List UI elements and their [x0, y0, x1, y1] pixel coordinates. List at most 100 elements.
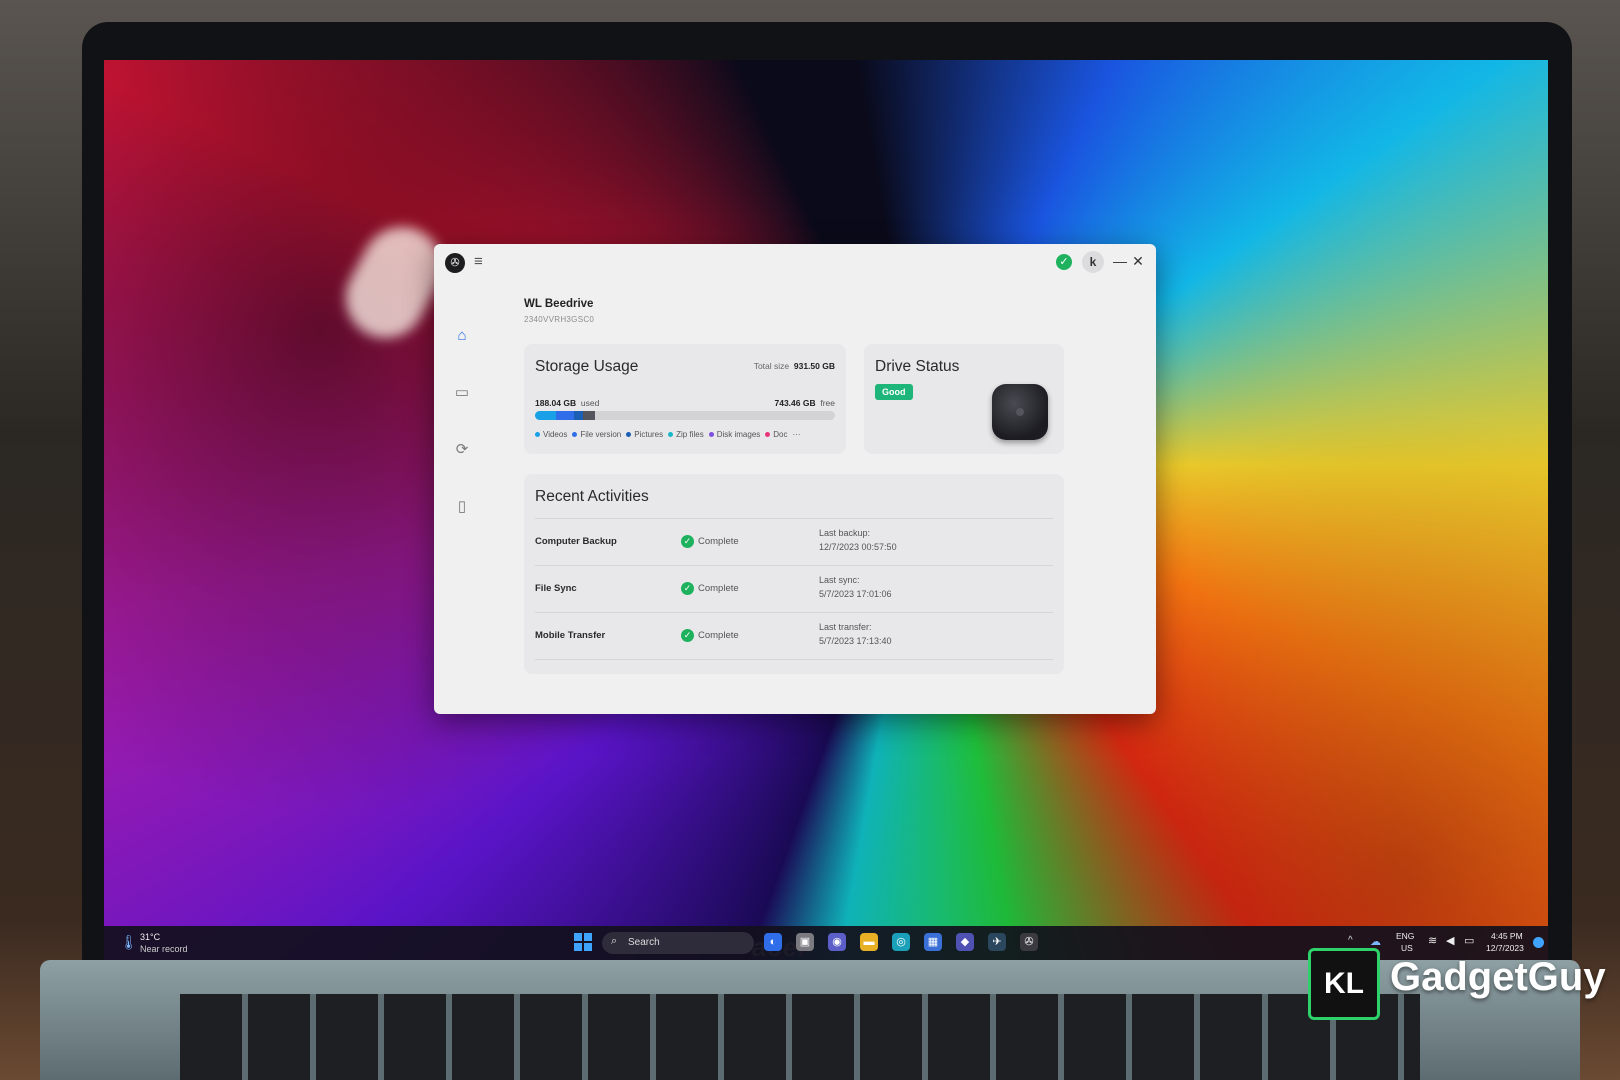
usage-segment-file-version [556, 411, 574, 420]
clock-time[interactable]: 4:45 PM [1491, 931, 1523, 941]
activity-time: 5/7/2023 17:13:40 [819, 636, 892, 646]
check-icon: ✓ [681, 582, 694, 595]
storage-title: Storage Usage [535, 358, 639, 375]
input-language[interactable]: ENG [1396, 931, 1414, 941]
usage-segment-pictures [574, 411, 583, 420]
connected-check-icon[interactable]: ✓ [1056, 254, 1072, 270]
drive-status-title: Drive Status [875, 358, 960, 375]
used-space: 188.04 GB used [535, 398, 599, 408]
activity-name: File Sync [535, 583, 577, 594]
legend-label: File version [580, 430, 622, 439]
legend-dot [708, 432, 714, 438]
drive-status-card: Drive Status Good [864, 344, 1064, 454]
keyboard-keys [180, 994, 1420, 1080]
activity-status: ✓ Complete [681, 629, 739, 642]
device-name: WL Beedrive [524, 298, 594, 310]
edge-icon[interactable]: ◎ [892, 933, 910, 951]
recent-activities-card: Recent Activities Computer Backup ✓ Compl… [524, 474, 1064, 674]
beedrive-logo-icon: ✇ [445, 253, 465, 273]
activity-row[interactable]: Computer Backup ✓ Complete Last backup: 1… [535, 518, 1053, 565]
activity-time-label: Last transfer: [819, 622, 872, 632]
clock-date[interactable]: 12/7/2023 [1486, 943, 1524, 953]
show-hidden-icons-chevron-icon[interactable]: ^ [1348, 935, 1353, 946]
weather-temp[interactable]: 31°C [140, 932, 160, 942]
used-label: used [580, 398, 600, 408]
legend-item: Disk images [708, 430, 760, 439]
desktop: ✇ ≡ ✓ k — ✕ ⌂ ▭ ⟳ ▯ WL Beedrive 2340VVRH… [104, 60, 1548, 960]
activity-row[interactable]: File Sync ✓ Complete Last sync: 5/7/2023 … [535, 565, 1053, 612]
weather-desc[interactable]: Near record [140, 944, 188, 954]
activity-row[interactable]: Mobile Transfer ✓ Complete Last transfer:… [535, 612, 1053, 660]
free-label: free [820, 398, 835, 408]
check-icon: ✓ [681, 629, 694, 642]
activities-title: Recent Activities [535, 488, 649, 505]
battery-icon[interactable]: ▭ [1464, 934, 1474, 947]
teams-icon[interactable]: ◆ [956, 933, 974, 951]
weather-thermometer-icon[interactable]: 🌡 [120, 934, 138, 952]
usage-segment-videos [535, 411, 556, 420]
used-value: 188.04 GB [535, 398, 577, 408]
file-explorer-icon[interactable]: ▬ [860, 933, 878, 951]
activity-time: 12/7/2023 00:57:50 [819, 542, 897, 552]
drive-status-badge: Good [875, 384, 913, 400]
beedrive-icon[interactable]: ✇ [1020, 933, 1038, 951]
storage-usage-bar [535, 411, 835, 420]
copilot-icon[interactable]: ◐ [764, 933, 782, 951]
task-view-icon[interactable]: ▣ [796, 933, 814, 951]
legend-item: Doc [765, 430, 788, 439]
activity-time-label: Last sync: [819, 575, 860, 585]
wifi-icon[interactable]: ≋ [1428, 934, 1437, 947]
free-space: 743.46 GB free [774, 398, 835, 408]
activity-status-label: Complete [698, 583, 739, 595]
search-label: Search [628, 937, 660, 948]
minimize-button[interactable]: — [1112, 251, 1128, 271]
taskbar-search[interactable]: ⌕ Search [602, 932, 754, 954]
legend-dot [626, 432, 632, 438]
legend-label: Videos [543, 430, 568, 439]
storage-usage-card: Storage Usage Total size 931.50 GB 188.0… [524, 344, 846, 454]
notification-icon[interactable] [1533, 937, 1544, 948]
free-value: 743.46 GB [774, 398, 816, 408]
windows-start-icon[interactable] [574, 933, 592, 951]
sidebar-item-home[interactable]: ⌂ [450, 324, 474, 348]
legend-dot [572, 432, 578, 438]
legend-item: File version [572, 430, 621, 439]
teams-chat-icon[interactable]: ◉ [828, 933, 846, 951]
legend-item: Videos [535, 430, 567, 439]
total-size: Total size 931.50 GB [754, 361, 835, 371]
activity-status-label: Complete [698, 536, 739, 548]
onedrive-cloud-icon[interactable]: ☁ [1370, 935, 1381, 948]
user-avatar[interactable]: k [1082, 251, 1104, 273]
activity-time-label: Last backup: [819, 528, 871, 538]
legend-label: Zip files [676, 430, 704, 439]
activity-time: 5/7/2023 17:01:06 [819, 589, 892, 599]
hamburger-menu-icon[interactable]: ≡ [474, 253, 483, 270]
steam-icon[interactable]: ✈ [988, 933, 1006, 951]
legend-dot [668, 432, 674, 438]
volume-icon[interactable]: ◀ [1446, 934, 1454, 947]
legend-dot [765, 432, 771, 438]
device-serial: 2340VVRH3GSC0 [524, 315, 595, 324]
storage-legend: Videos File version Pictures Zip files Disk … [535, 430, 835, 439]
input-region[interactable]: US [1401, 943, 1413, 953]
sidebar-item-computer-monitor-icon[interactable]: ▭ [450, 381, 474, 405]
activity-status: ✓ Complete [681, 582, 739, 595]
beedrive-window: ✇ ≡ ✓ k — ✕ ⌂ ▭ ⟳ ▯ WL Beedrive 2340VVRH… [434, 244, 1156, 714]
store-icon[interactable]: ▦ [924, 933, 942, 951]
sidebar: ⌂ ▭ ⟳ ▯ [434, 280, 490, 700]
check-icon: ✓ [681, 535, 694, 548]
activity-status: ✓ Complete [681, 535, 739, 548]
legend-more-icon[interactable]: ··· [793, 430, 801, 439]
titlebar: ✇ ≡ ✓ k — ✕ [434, 244, 1156, 280]
search-icon: ⌕ [611, 935, 618, 947]
sidebar-item-sync-icon[interactable]: ⟳ [450, 438, 474, 462]
watermark-text: GadgetGuy [1390, 955, 1606, 999]
usage-segment-other [583, 411, 595, 420]
sidebar-item-phone-icon[interactable]: ▯ [450, 495, 474, 519]
legend-label: Doc [773, 430, 788, 439]
watermark-badge: KL [1308, 948, 1380, 1020]
legend-item: Pictures [626, 430, 663, 439]
close-button[interactable]: ✕ [1130, 251, 1146, 271]
legend-dot [535, 432, 540, 438]
total-size-value: 931.50 GB [793, 361, 835, 371]
